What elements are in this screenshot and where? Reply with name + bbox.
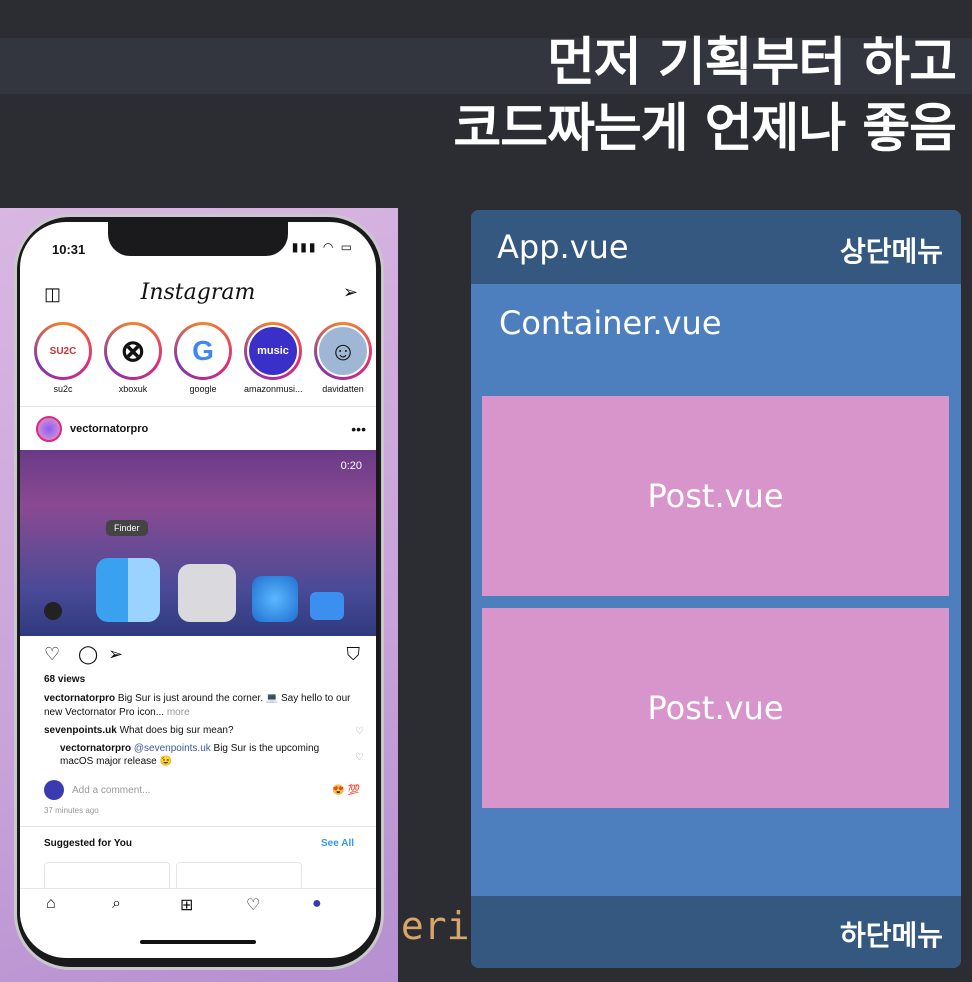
comment-text: What does big sur mean?: [116, 725, 234, 736]
avatar: [44, 780, 64, 800]
story-amazonmusic[interactable]: music amazonmusi...: [244, 322, 302, 394]
instagram-screen: 10:31 ▮▮▮ ◠ ▭ ◫ Instagram ➢ SU2C su2c ⊗ …: [20, 222, 376, 958]
avatar[interactable]: [36, 416, 62, 442]
app-component-bar: App.vue 상단메뉴: [471, 210, 961, 284]
user-tag-icon[interactable]: [44, 602, 62, 620]
slide-title-line-1: 먼저 기획부터 하고: [547, 33, 957, 93]
home-indicator: [140, 940, 256, 944]
story-su2c[interactable]: SU2C su2c: [34, 322, 92, 394]
caption-username[interactable]: vectornatorpro: [44, 693, 115, 704]
container-component-label: Container.vue: [499, 304, 722, 342]
post-timestamp: 37 minutes ago: [44, 806, 99, 815]
bookmark-icon[interactable]: ⛉: [347, 644, 361, 665]
story-name: davidatten: [322, 384, 364, 394]
slide-title: 먼저 기획부터 하고 코드짜는게 언제나 좋음: [453, 30, 957, 162]
bottom-tab-bar: ⌂ ⌕ ⊞ ♡ ●: [20, 888, 376, 922]
story-name: xboxuk: [118, 384, 148, 394]
instagram-logo: Instagram: [140, 280, 256, 305]
slide-title-line-2: 코드짜는게 언제나 좋음: [453, 99, 957, 159]
reply-username[interactable]: vectornatorpro: [60, 743, 131, 754]
caption-more-link[interactable]: more: [164, 707, 190, 718]
finder-icon: [96, 558, 160, 622]
add-comment-row: Add a comment... 😍 💯: [44, 780, 360, 800]
finder-tooltip: Finder: [106, 520, 148, 536]
top-menu-label: 상단메뉴: [839, 235, 943, 268]
story-avatar: SU2C: [37, 325, 89, 377]
like-heart-icon[interactable]: ♡: [44, 644, 60, 665]
search-icon[interactable]: ⌕: [112, 895, 121, 913]
comment-icon[interactable]: ◯: [78, 644, 98, 665]
phone-notch: [108, 222, 288, 256]
activity-heart-icon[interactable]: ♡: [246, 895, 260, 915]
more-options-icon[interactable]: •••: [351, 421, 366, 437]
status-icons: ▮▮▮ ◠ ▭: [291, 240, 354, 254]
app-component-label: App.vue: [497, 228, 629, 266]
status-time: 10:31: [52, 242, 86, 257]
story-name: amazonmusi...: [244, 384, 302, 394]
post-component-box: Post.vue: [482, 608, 949, 808]
add-post-icon[interactable]: ⊞: [180, 895, 193, 915]
divider: [20, 826, 376, 827]
video-duration: 0:20: [340, 460, 362, 472]
comment-username[interactable]: sevenpoints.uk: [44, 725, 117, 736]
mail-icon: [310, 592, 344, 620]
direct-message-icon[interactable]: ➢: [343, 282, 358, 303]
component-layout-diagram: App.vue 상단메뉴 Container.vue Post.vue Post…: [471, 210, 961, 968]
emoji-reactions[interactable]: 😍 💯: [332, 785, 360, 796]
post-component-box: Post.vue: [482, 396, 949, 596]
view-count: 68 views: [44, 674, 86, 685]
story-davidattenborough[interactable]: ☺ davidatten: [314, 322, 372, 394]
post-username[interactable]: vectornatorpro: [70, 423, 148, 435]
add-comment-input[interactable]: Add a comment...: [72, 785, 150, 796]
story-avatar: ⊗: [107, 325, 159, 377]
profile-icon[interactable]: ●: [312, 895, 322, 913]
bottom-menu-bar: 하단메뉴: [471, 896, 961, 968]
post-actions: ♡ ◯ ➢ ⛉: [44, 644, 360, 668]
suggested-title: Suggested for You: [44, 838, 132, 849]
instagram-header: ◫ Instagram ➢: [20, 278, 376, 314]
home-icon[interactable]: ⌂: [46, 895, 56, 913]
post-header: vectornatorpro •••: [36, 414, 366, 444]
story-avatar: music: [247, 325, 299, 377]
stories-row: SU2C su2c ⊗ xboxuk G google music amazon…: [34, 322, 372, 394]
story-avatar: G: [177, 325, 229, 377]
post-video[interactable]: 0:20 Finder: [20, 450, 376, 636]
reply-mention[interactable]: @sevenpoints.uk: [131, 743, 211, 754]
story-name: google: [189, 384, 217, 394]
launchpad-icon: [178, 564, 236, 622]
divider: [20, 406, 376, 407]
comment-reply: vectornatorpro @sevenpoints.uk Big Sur i…: [60, 742, 330, 768]
story-google[interactable]: G google: [174, 322, 232, 394]
story-xboxuk[interactable]: ⊗ xboxuk: [104, 322, 162, 394]
comment-like-icon[interactable]: ♡: [355, 726, 364, 737]
share-icon[interactable]: ➢: [108, 644, 123, 665]
see-all-link[interactable]: See All: [321, 838, 354, 849]
story-avatar: ☺: [317, 325, 369, 377]
bottom-menu-label: 하단메뉴: [839, 919, 943, 952]
safari-icon: [252, 576, 298, 622]
reply-like-icon[interactable]: ♡: [355, 752, 364, 763]
story-name: su2c: [53, 384, 73, 394]
comment: sevenpoints.uk What does big sur mean?: [44, 724, 334, 737]
post-caption: vectornatorpro Big Sur is just around th…: [44, 692, 354, 720]
